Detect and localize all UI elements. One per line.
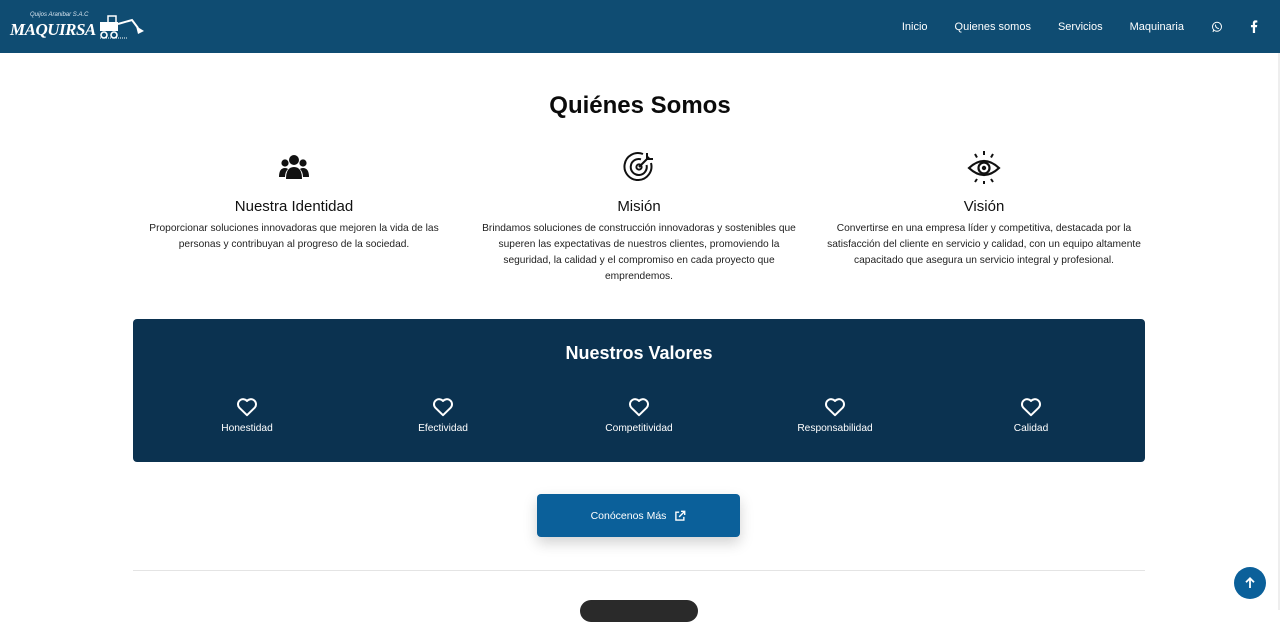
about-title: Quiénes Somos [549,92,731,119]
value-label: Honestidad [221,423,273,434]
heart-icon [433,398,453,417]
heart-icon [237,398,257,417]
pillar-text: Convertirse en una empresa líder y compe… [827,223,1141,266]
pillar-vision: Visión Convertirse en una empresa líder … [823,148,1145,285]
values-list: Honestidad Efectividad Competitividad Re… [149,397,1129,434]
users-icon [133,148,455,186]
next-section-badge [580,600,698,622]
target-icon [478,148,800,186]
heart-icon [629,398,649,417]
arrow-up-icon [1245,577,1255,588]
cta-label: Conócenos Más [590,509,667,522]
value-calidad: Calidad [933,397,1129,434]
brand-name: MAQUIRSA [10,19,96,39]
section-divider [133,570,1145,571]
value-responsabilidad: Responsabilidad [737,397,933,434]
value-efectividad: Efectividad [345,397,541,434]
pillar-title: Visión [963,198,1005,215]
value-label: Responsabilidad [797,423,873,434]
excavator-logo-icon [99,14,144,39]
value-label: Calidad [1013,423,1049,434]
values-title: Nuestros Valores [565,343,713,363]
pillar-identidad: Nuestra Identidad Proporcionar solucione… [133,148,455,285]
value-label: Efectividad [418,423,468,434]
brand-tagline: Quijos Aranibar S.A.C [30,12,89,18]
conocenos-mas-button[interactable]: Conócenos Más [537,494,740,537]
eye-icon [823,148,1145,186]
values-panel: Nuestros Valores Honestidad Efectividad … [133,319,1145,462]
about-pillars: Nuestra Identidad Proporcionar solucione… [133,148,1145,285]
nav-link-servicios[interactable]: Servicios [1058,21,1103,33]
pillar-title: Misión [617,198,661,215]
pillar-text: Brindamos soluciones de construcción inn… [482,223,796,282]
navbar: MAQUIRSA Quijos Aranibar S.A.C Inicio Qu… [0,0,1280,53]
value-competitividad: Competitividad [541,397,737,434]
value-label: Competitividad [605,423,673,434]
external-link-icon [675,510,686,521]
back-to-top-button[interactable] [1234,567,1266,599]
facebook-icon[interactable] [1250,20,1258,33]
pillar-title: Nuestra Identidad [234,198,354,215]
nav-link-quienes-somos[interactable]: Quienes somos [955,21,1031,33]
heart-icon [825,398,845,417]
nav-links: Inicio Quienes somos Servicios Maquinari… [902,20,1258,33]
pillar-mision: Misión Brindamos soluciones de construcc… [478,148,800,285]
whatsapp-icon[interactable] [1211,21,1223,33]
heart-icon [1021,398,1041,417]
nav-link-maquinaria[interactable]: Maquinaria [1130,21,1184,33]
value-honestidad: Honestidad [149,397,345,434]
brand-logo[interactable]: MAQUIRSA Quijos Aranibar S.A.C [10,7,146,47]
pillar-text: Proporcionar soluciones innovadoras que … [149,223,439,250]
nav-link-inicio[interactable]: Inicio [902,21,928,33]
